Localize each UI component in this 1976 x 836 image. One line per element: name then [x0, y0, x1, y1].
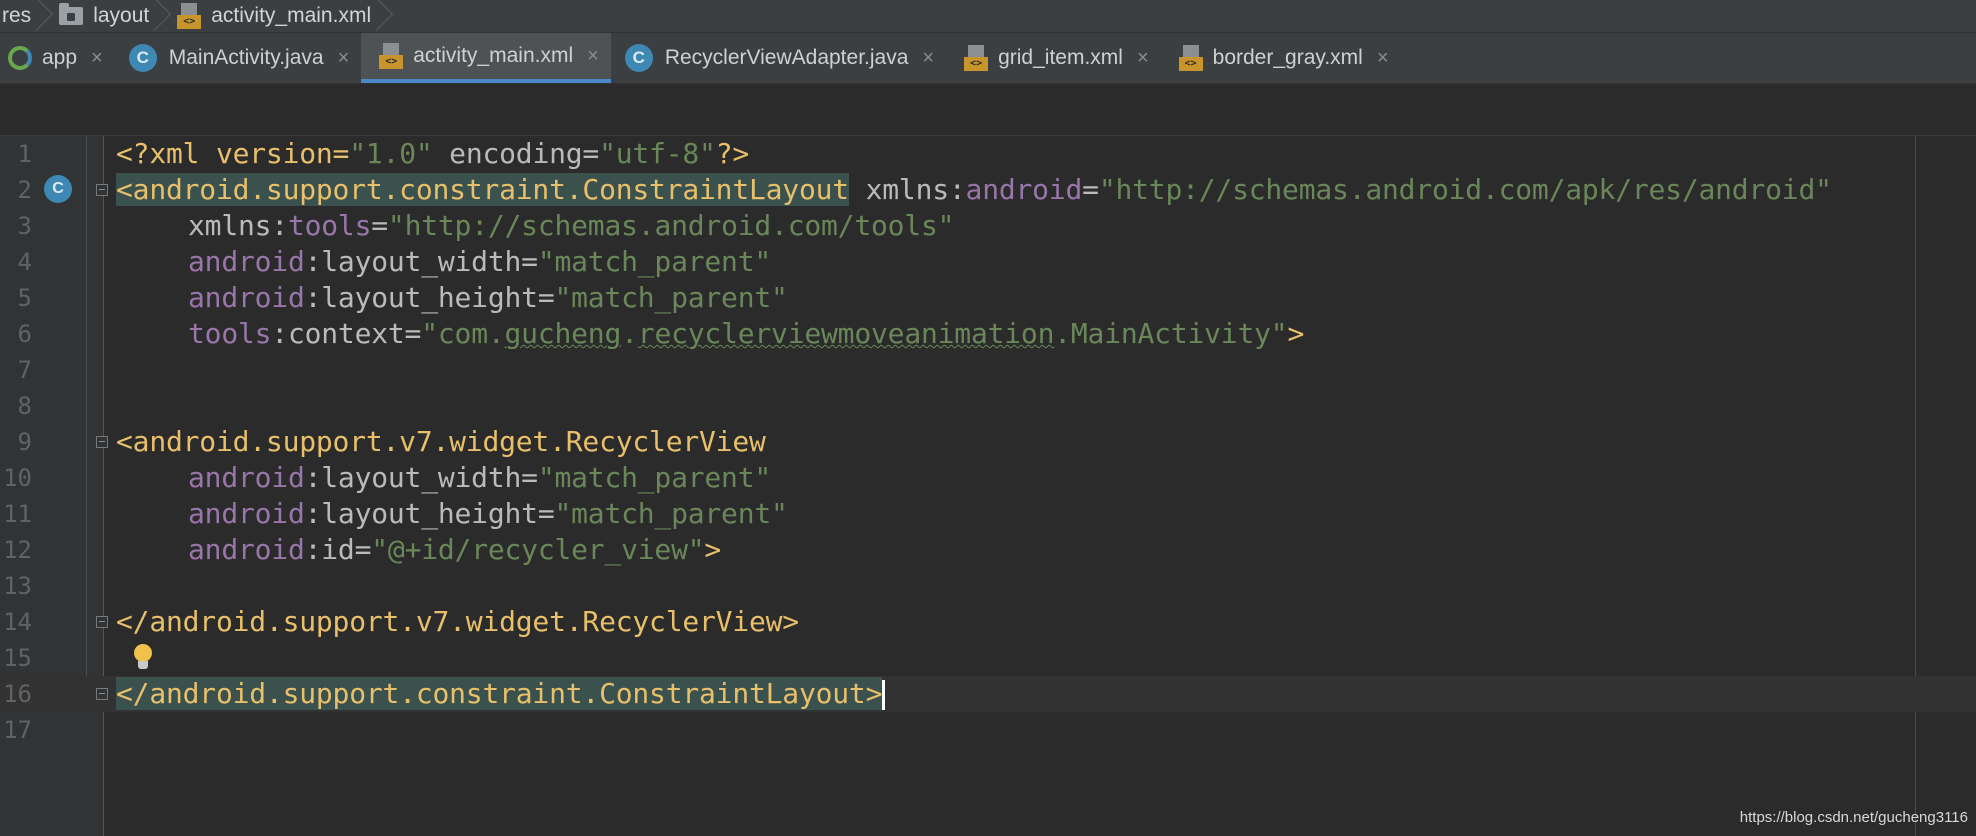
close-icon[interactable]: × [91, 47, 103, 70]
line-number: 13 [3, 572, 32, 600]
line-number: 8 [17, 392, 32, 420]
code-line[interactable]: 14 </android.support.v7.widget.RecyclerV… [0, 604, 1976, 640]
code-line[interactable]: 15 [0, 640, 1976, 676]
line-number: 11 [3, 500, 32, 528]
android-module-icon [6, 44, 34, 72]
text-caret [882, 680, 886, 710]
line-number: 6 [17, 320, 32, 348]
code-text: android:layout_height="match_parent" [188, 497, 788, 530]
tab-activity-main-xml[interactable]: <> activity_main.xml × [361, 33, 611, 83]
code-text: <?xml version="1.0" encoding="utf-8"?> [116, 137, 750, 170]
fold-marker-icon[interactable] [96, 184, 108, 196]
line-number: 7 [17, 356, 32, 384]
line-number: 1 [17, 140, 32, 168]
class-icon: C [128, 44, 157, 72]
editor-breadcrumb-strip [0, 84, 1976, 136]
folder-icon [59, 3, 84, 25]
line-number: 16 [3, 680, 32, 708]
code-line[interactable]: 6 tools:context="com.gucheng.recyclervie… [0, 316, 1976, 352]
close-icon[interactable]: × [1377, 47, 1389, 70]
code-line[interactable]: 3 xmlns:tools="http://schemas.android.co… [0, 208, 1976, 244]
line-number: 12 [3, 536, 32, 564]
breadcrumb: res layout <> activity_main.xml [0, 0, 1976, 33]
xml-file-icon: <> [964, 45, 989, 71]
code-text: <android.support.v7.widget.RecyclerView [116, 425, 766, 458]
code-line[interactable]: 2 <android.support.constraint.Constraint… [0, 172, 1976, 208]
tab-recyclerviewadapter-java[interactable]: C RecyclerViewAdapter.java × [611, 33, 946, 83]
tab-label: border_gray.xml [1212, 46, 1363, 69]
code-text: </android.support.v7.widget.RecyclerView… [116, 605, 799, 638]
code-text: xmlns:tools="http://schemas.android.com/… [188, 209, 955, 242]
xml-file-icon: <> [177, 3, 202, 29]
breadcrumb-separator [377, 0, 391, 32]
tab-border-gray-xml[interactable]: <> border_gray.xml × [1161, 33, 1401, 83]
line-number: 14 [3, 608, 32, 636]
tab-label: app [42, 46, 78, 69]
tab-app[interactable]: app × [0, 33, 115, 83]
class-gutter-icon[interactable]: C [44, 175, 72, 203]
fold-marker-icon[interactable] [96, 616, 108, 628]
code-text: android:id="@+id/recycler_view"> [188, 533, 722, 566]
close-icon[interactable]: × [338, 47, 350, 70]
line-number: 9 [17, 428, 32, 456]
tab-label: MainActivity.java [168, 46, 324, 69]
code-line[interactable]: 13 [0, 568, 1976, 604]
code-text: <android.support.constraint.ConstraintLa… [116, 173, 1832, 206]
line-number: 4 [17, 248, 32, 276]
code-editor[interactable]: 1 <?xml version="1.0" encoding="utf-8"?>… [0, 136, 1976, 836]
code-text: android:layout_height="match_parent" [188, 281, 788, 314]
code-text: android:layout_width="match_parent" [188, 461, 772, 494]
close-icon[interactable]: × [1137, 47, 1149, 70]
code-text: android:layout_width="match_parent" [188, 245, 772, 278]
code-line[interactable]: 11 android:layout_height="match_parent" [0, 496, 1976, 532]
code-text: tools:context="com.gucheng.recyclerviewm… [188, 317, 1305, 350]
code-line[interactable]: 8 [0, 388, 1976, 424]
breadcrumb-item-layout[interactable]: layout [57, 0, 151, 32]
lightbulb-icon[interactable] [133, 644, 153, 672]
line-number: 15 [3, 644, 32, 672]
fold-marker-icon[interactable] [96, 688, 108, 700]
editor-tab-bar: app × C MainActivity.java × <> activity_… [0, 33, 1976, 84]
code-line[interactable]: 4 android:layout_width="match_parent" [0, 244, 1976, 280]
line-number: 5 [17, 284, 32, 312]
code-line[interactable]: 10 android:layout_width="match_parent" [0, 460, 1976, 496]
breadcrumb-separator [37, 0, 51, 32]
tab-label: RecyclerViewAdapter.java [664, 46, 909, 69]
code-line[interactable]: 7 [0, 352, 1976, 388]
close-icon[interactable]: × [587, 45, 599, 68]
code-line[interactable]: 12 android:id="@+id/recycler_view"> [0, 532, 1976, 568]
tab-mainactivity-java[interactable]: C MainActivity.java × [115, 33, 362, 83]
code-line[interactable]: 1 <?xml version="1.0" encoding="utf-8"?> [0, 136, 1976, 172]
line-number: 10 [3, 464, 32, 492]
fold-marker-icon[interactable] [96, 436, 108, 448]
close-icon[interactable]: × [922, 47, 934, 70]
line-number: 3 [17, 212, 32, 240]
code-line[interactable]: 9 <android.support.v7.widget.RecyclerVie… [0, 424, 1976, 460]
tab-label: grid_item.xml [998, 46, 1123, 69]
code-line[interactable]: 5 android:layout_height="match_parent" [0, 280, 1976, 316]
xml-file-icon: <> [379, 43, 404, 69]
code-line[interactable]: 17 [0, 712, 1976, 748]
breadcrumb-item-activity-main[interactable]: <> activity_main.xml [175, 0, 373, 32]
line-number: 2 [17, 176, 32, 204]
tab-grid-item-xml[interactable]: <> grid_item.xml × [946, 33, 1161, 83]
watermark-text: https://blog.csdn.net/gucheng3116 [1739, 809, 1968, 826]
line-number: 17 [3, 716, 32, 744]
breadcrumb-label: activity_main.xml [211, 4, 372, 27]
breadcrumb-separator [155, 0, 169, 32]
tab-label: activity_main.xml [413, 44, 574, 67]
code-text: </android.support.constraint.ConstraintL… [116, 676, 886, 712]
xml-file-icon: <> [1178, 45, 1203, 71]
code-line-current[interactable]: 16 </android.support.constraint.Constrai… [0, 676, 1976, 712]
class-icon: C [624, 44, 653, 72]
